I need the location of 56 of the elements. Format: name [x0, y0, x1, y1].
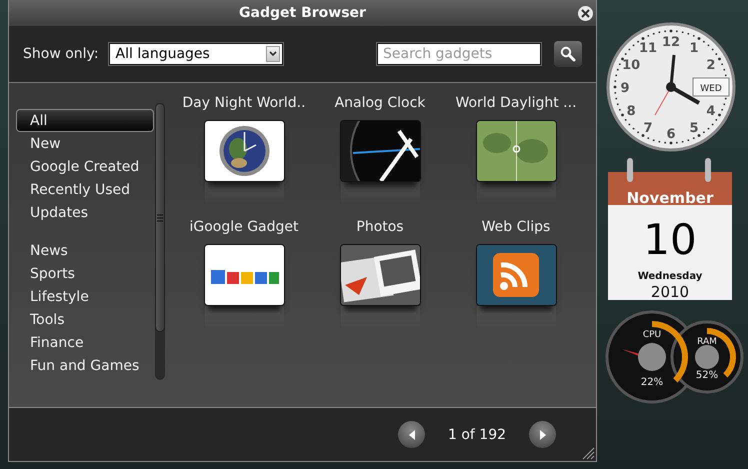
gadget-title: iGoogle Gadget: [189, 219, 298, 237]
calendar-day: 10: [643, 215, 697, 264]
clock-numeral: 8: [626, 104, 636, 119]
category-item[interactable]: Recently Used: [16, 178, 154, 201]
category-item[interactable]: Finance: [16, 331, 154, 354]
gadget-title: Photos: [356, 219, 404, 237]
gadget-title: Day Night World..: [182, 95, 306, 113]
meter-label: CPU: [642, 330, 662, 340]
clock-numeral: 4: [706, 104, 716, 119]
category-item[interactable]: News: [16, 239, 154, 262]
category-item[interactable]: Lifestyle: [16, 285, 154, 308]
window-title: Gadget Browser: [239, 5, 366, 21]
gadget-title: Web Clips: [482, 219, 550, 237]
left-arrow-icon: [408, 430, 416, 440]
close-button[interactable]: [578, 6, 593, 21]
clock-numeral: 2: [706, 58, 716, 73]
clock-numeral: 1: [689, 41, 699, 56]
category-item[interactable]: Google Created: [16, 155, 154, 178]
search-field[interactable]: Search gadgets: [377, 43, 541, 65]
search-button[interactable]: [554, 41, 582, 67]
meter-reading: 22%: [640, 377, 664, 388]
category-item[interactable]: Updates: [16, 201, 154, 224]
calendar-year: 2010: [650, 283, 690, 301]
scrollbar-thumb[interactable]: [155, 103, 165, 332]
category-item[interactable]: Fun and Games: [16, 354, 154, 377]
meter-dial: [638, 343, 666, 371]
category-item[interactable]: Tools: [16, 308, 154, 331]
grip-icon: [157, 214, 163, 222]
meter-label: RAM: [697, 337, 717, 347]
clock-numeral: 5: [689, 120, 699, 136]
page-indicator: 1 of 192: [446, 426, 508, 442]
clock-numeral: 11: [638, 41, 658, 56]
right-arrow-icon: [538, 430, 546, 440]
meter-dial: [695, 345, 719, 369]
calendar-weekday: Wednesday: [638, 271, 702, 282]
meter-reading: 52%: [696, 370, 718, 381]
clock-day: WED: [700, 84, 722, 94]
category-item[interactable]: All: [16, 109, 154, 132]
clock-numeral: 10: [622, 58, 640, 73]
close-icon: [581, 9, 590, 18]
gadget-title: World Daylight ...: [455, 95, 577, 113]
clock-numeral: 6: [666, 127, 676, 142]
category-item[interactable]: Sports: [16, 262, 154, 285]
category-item[interactable]: New: [16, 132, 154, 155]
calendar-month: November: [626, 189, 714, 207]
clock-numeral: 7: [643, 120, 653, 136]
resize-grip-icon[interactable]: [581, 446, 595, 460]
filter-label: Show only:: [23, 46, 99, 62]
clock-numeral: 9: [620, 81, 630, 96]
gadget-title: Analog Clock: [334, 95, 426, 113]
clock-numeral: 12: [662, 35, 680, 50]
search-icon: [560, 46, 576, 62]
next-page-button[interactable]: [529, 421, 556, 448]
date-window: [692, 78, 730, 96]
previous-page-button[interactable]: [398, 421, 425, 448]
language-dropdown[interactable]: All languages: [108, 43, 283, 65]
